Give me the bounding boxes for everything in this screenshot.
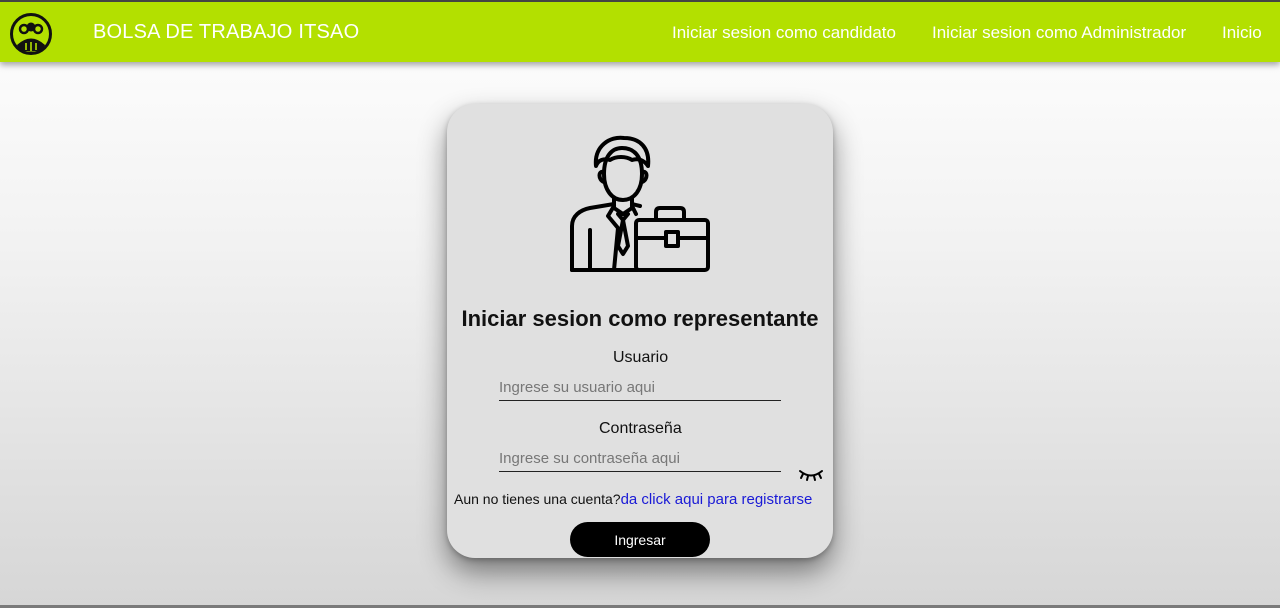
register-prompt: Aun no tienes una cuenta?da click aqui p…	[454, 491, 834, 508]
register-link[interactable]: da click aqui para registrarse	[621, 491, 813, 508]
password-input[interactable]	[499, 445, 781, 472]
register-prompt-text: Aun no tienes una cuenta?	[454, 491, 621, 507]
username-input[interactable]	[499, 374, 781, 401]
login-title: Iniciar sesion como representante	[461, 306, 819, 331]
people-circle-logo-icon[interactable]	[9, 12, 53, 56]
businessman-briefcase-icon	[570, 135, 710, 272]
nav-login-admin-link[interactable]: Iniciar sesion como Administrador	[932, 23, 1186, 43]
top-navbar: BOLSA DE TRABAJO ITSAO Iniciar sesion co…	[0, 0, 1280, 62]
eye-closed-icon[interactable]	[798, 466, 824, 482]
password-label: Contraseña	[599, 420, 682, 437]
login-submit-button[interactable]: Ingresar	[570, 522, 710, 557]
nav-home-link[interactable]: Inicio	[1222, 23, 1262, 43]
username-label: Usuario	[613, 349, 669, 366]
nav-login-candidate-link[interactable]: Iniciar sesion como candidato	[672, 23, 896, 43]
login-card: Iniciar sesion como representante Usuari…	[447, 104, 833, 558]
brand-title: BOLSA DE TRABAJO ITSAO	[93, 21, 360, 43]
